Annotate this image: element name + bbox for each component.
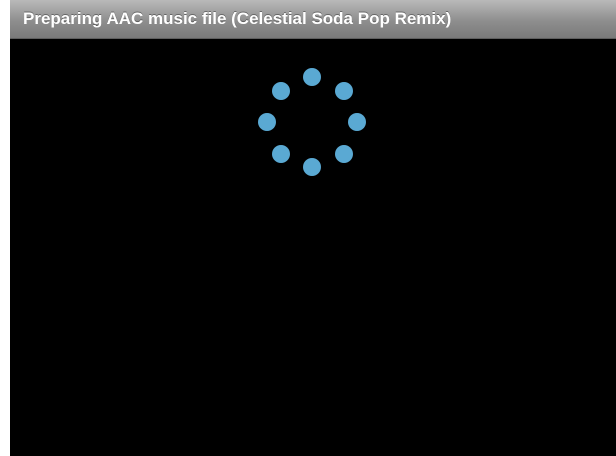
spinner-dot bbox=[335, 82, 353, 100]
spinner-dot bbox=[303, 158, 321, 176]
spinner-dot bbox=[258, 113, 276, 131]
spinner-dot bbox=[272, 145, 290, 163]
spinner-dot bbox=[272, 82, 290, 100]
spinner-dots bbox=[258, 68, 366, 176]
content-area bbox=[10, 39, 616, 456]
window-title: Preparing AAC music file (Celestial Soda… bbox=[23, 9, 452, 28]
spinner-dot bbox=[335, 145, 353, 163]
spinner-dot bbox=[348, 113, 366, 131]
spinner-dot bbox=[303, 68, 321, 86]
loading-spinner-icon bbox=[258, 68, 366, 176]
title-bar: Preparing AAC music file (Celestial Soda… bbox=[10, 0, 616, 39]
progress-dialog: Preparing AAC music file (Celestial Soda… bbox=[10, 0, 616, 456]
